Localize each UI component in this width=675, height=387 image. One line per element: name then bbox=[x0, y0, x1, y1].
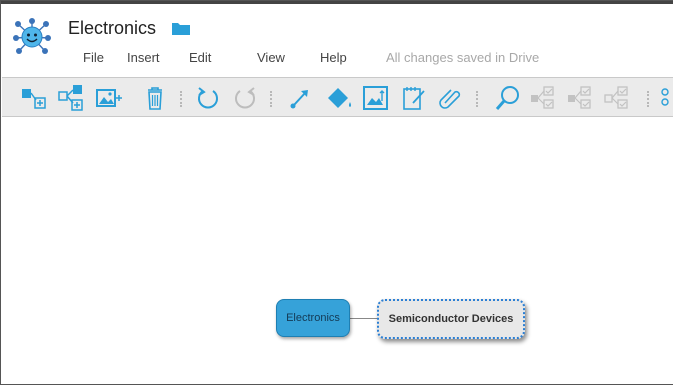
toolbar-separator bbox=[476, 91, 479, 107]
menu-edit[interactable]: Edit bbox=[189, 50, 211, 65]
folder-icon[interactable] bbox=[172, 22, 190, 35]
menu-view[interactable]: View bbox=[257, 50, 285, 65]
add-sibling-node-icon[interactable] bbox=[56, 83, 86, 113]
note-icon[interactable] bbox=[399, 83, 429, 113]
root-node[interactable]: Electronics bbox=[276, 299, 350, 337]
toolbar-separator bbox=[647, 91, 650, 107]
toolbar-separator bbox=[270, 91, 273, 107]
menu-insert[interactable]: Insert bbox=[127, 50, 160, 65]
child-node-selected[interactable]: Semiconductor Devices bbox=[377, 299, 525, 339]
mindmap-logo-icon bbox=[13, 18, 51, 54]
top-border bbox=[1, 1, 673, 4]
check-style-icon-3[interactable] bbox=[603, 83, 633, 113]
document-title[interactable]: Electronics bbox=[68, 18, 156, 39]
delete-icon[interactable] bbox=[140, 83, 170, 113]
check-style-icon-2[interactable] bbox=[566, 83, 596, 113]
mindmap-canvas[interactable] bbox=[2, 117, 673, 384]
redo-icon[interactable] bbox=[230, 83, 260, 113]
menu-help[interactable]: Help bbox=[320, 50, 347, 65]
add-child-node-icon[interactable] bbox=[19, 83, 49, 113]
more-icon[interactable] bbox=[658, 83, 672, 113]
save-status: All changes saved in Drive bbox=[386, 50, 540, 65]
toolbar-separator bbox=[180, 91, 183, 107]
fill-color-icon[interactable] bbox=[324, 83, 354, 113]
attach-link-icon[interactable] bbox=[436, 83, 466, 113]
menu-file[interactable]: File bbox=[83, 50, 104, 65]
node-connector bbox=[350, 318, 377, 319]
connector-arrow-icon[interactable] bbox=[285, 83, 315, 113]
check-style-icon-1[interactable] bbox=[529, 83, 559, 113]
search-icon[interactable] bbox=[493, 83, 523, 113]
undo-icon[interactable] bbox=[193, 83, 223, 113]
toolbar bbox=[2, 77, 673, 117]
add-image-icon[interactable] bbox=[94, 83, 124, 113]
chart-image-icon[interactable] bbox=[361, 83, 391, 113]
